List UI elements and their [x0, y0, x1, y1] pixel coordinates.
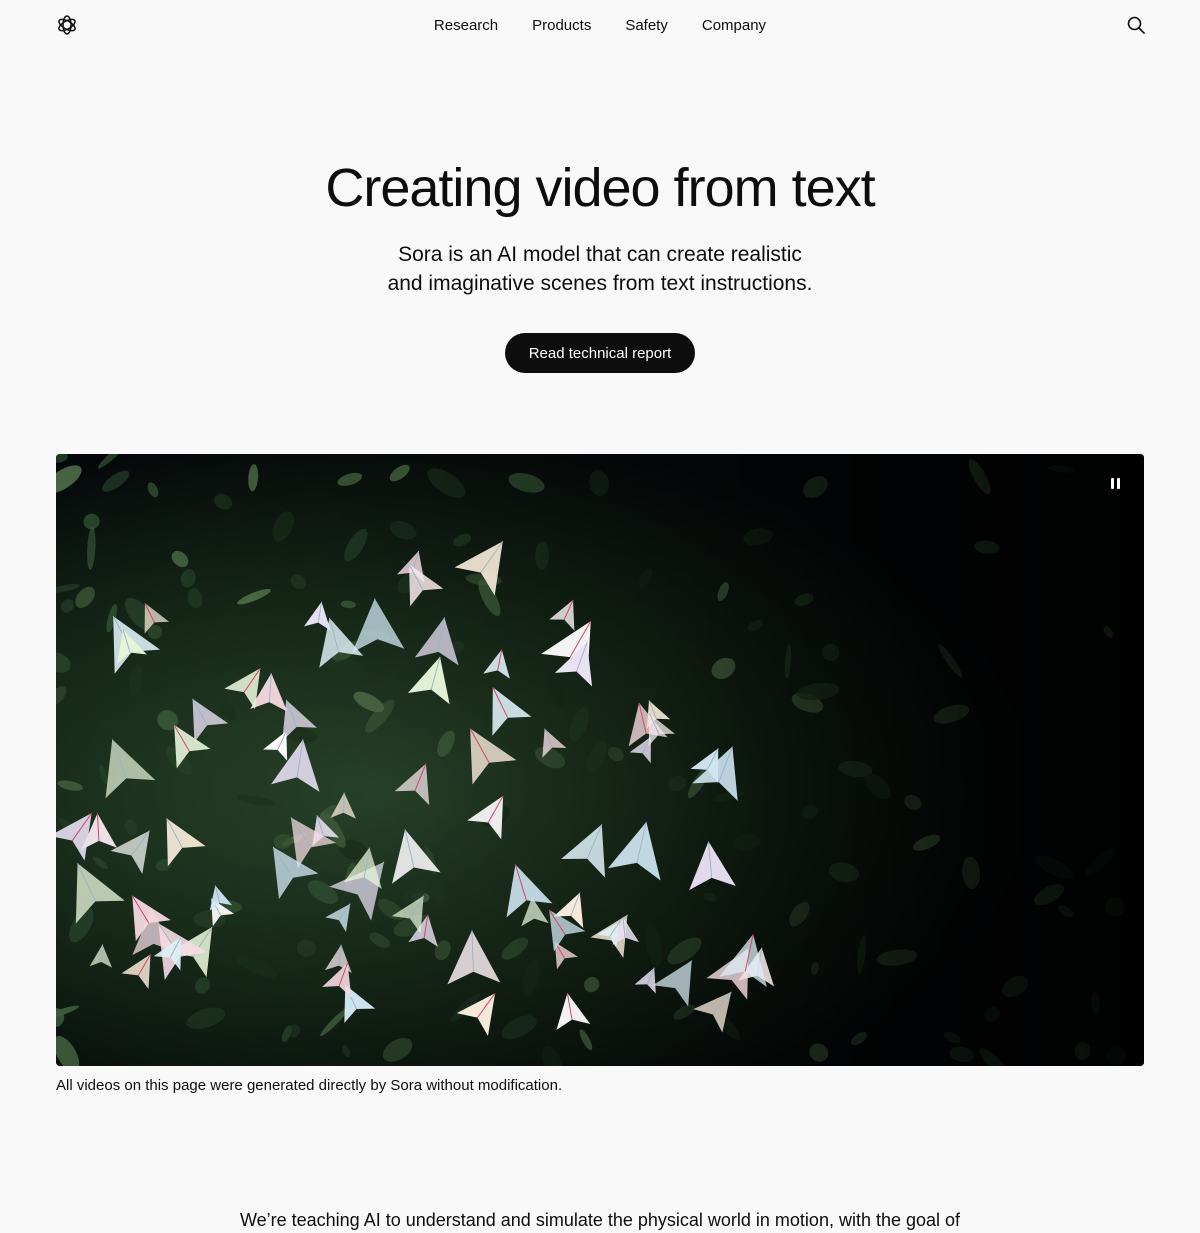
search-icon[interactable] [1127, 16, 1145, 34]
hero-subtitle-line: Sora is an AI model that can create real… [398, 243, 802, 266]
hero-subtitle: Sora is an AI model that can create real… [300, 240, 900, 298]
site-header: Research Products Safety Company [0, 0, 1200, 50]
pause-bar [1116, 477, 1120, 489]
video-caption: All videos on this page were generated d… [56, 1077, 563, 1094]
nav-item-products[interactable]: Products [532, 17, 591, 34]
pause-bar [1110, 477, 1114, 489]
nav-item-research[interactable]: Research [434, 17, 498, 34]
hero-video[interactable] [56, 454, 1144, 1066]
main-nav: Research Products Safety Company [0, 0, 1200, 50]
nav-item-safety[interactable]: Safety [625, 17, 668, 34]
video-frame-paper-airplanes [56, 454, 1144, 1066]
pause-icon[interactable] [1106, 474, 1124, 492]
page-title: Creating video from text [325, 158, 875, 218]
intro-paragraph: We’re teaching AI to understand and simu… [239, 1210, 961, 1230]
nav-item-company[interactable]: Company [702, 17, 766, 34]
hero-subtitle-line: and imaginative scenes from text instruc… [387, 272, 813, 295]
read-technical-report-button[interactable]: Read technical report [505, 333, 695, 373]
